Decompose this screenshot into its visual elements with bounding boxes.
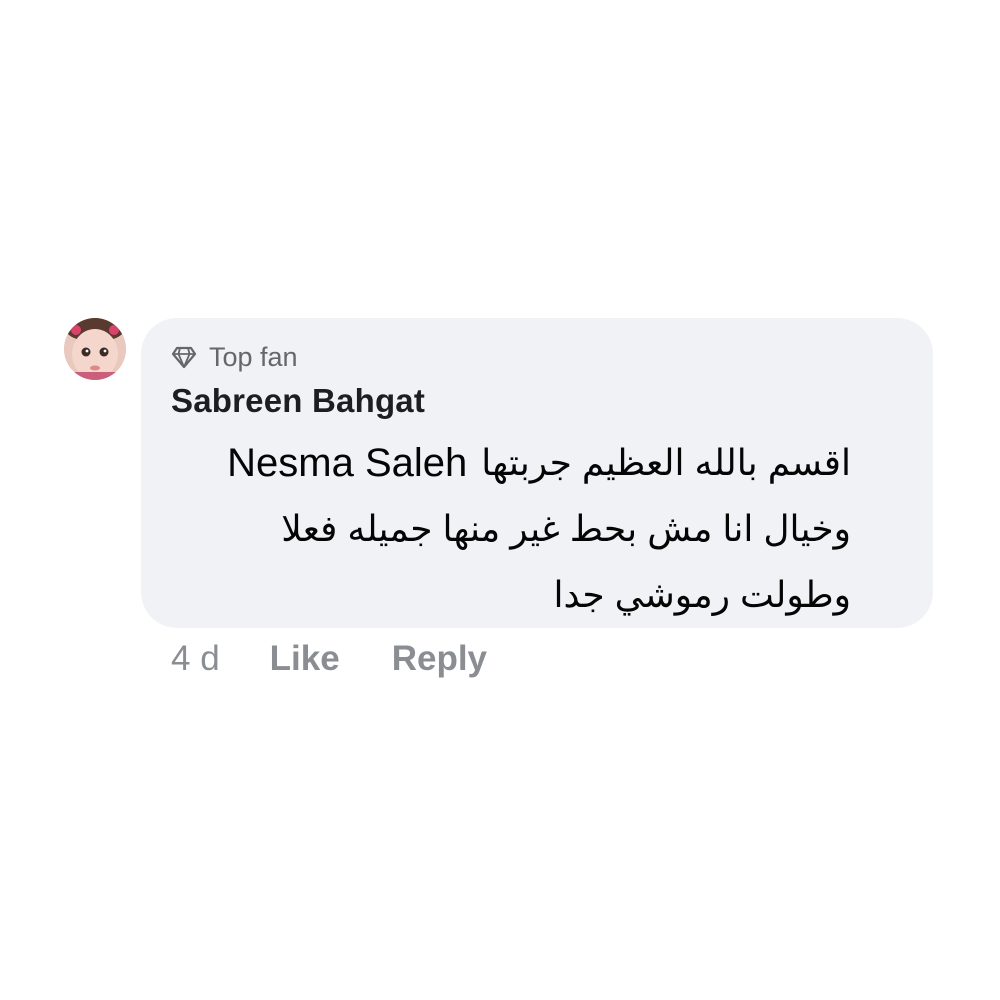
user-avatar-icon bbox=[64, 318, 126, 380]
timestamp[interactable]: 4 d bbox=[171, 639, 220, 679]
badge-label: Top fan bbox=[209, 341, 298, 372]
like-button[interactable]: Like bbox=[270, 639, 340, 679]
comment-bubble: Top fan Sabreen Bahgat Nesma Saleh اقسم … bbox=[141, 318, 933, 628]
comment-text: Nesma Saleh اقسم بالله العظيم جربتها وخي… bbox=[171, 430, 851, 628]
comment-line-3: وطولت رموشي جدا bbox=[553, 574, 851, 615]
comment-actions: 4 d Like Reply bbox=[171, 636, 539, 682]
comment-line-1-text: اقسم بالله العظيم جربتها bbox=[481, 442, 851, 483]
comment-line-2: وخيال انا مش بحط غير منها جميله فعلا bbox=[281, 508, 851, 549]
comment-line-1: Nesma Saleh اقسم بالله العظيم جربتها bbox=[171, 430, 851, 496]
avatar[interactable] bbox=[64, 318, 126, 380]
diamond-icon bbox=[171, 344, 197, 370]
top-fan-badge: Top fan bbox=[171, 340, 298, 374]
author-name[interactable]: Sabreen Bahgat bbox=[171, 382, 425, 420]
mention-link[interactable]: Nesma Saleh bbox=[227, 430, 467, 496]
reply-button[interactable]: Reply bbox=[392, 639, 487, 679]
comment-thread: Top fan Sabreen Bahgat Nesma Saleh اقسم … bbox=[0, 0, 1000, 1000]
